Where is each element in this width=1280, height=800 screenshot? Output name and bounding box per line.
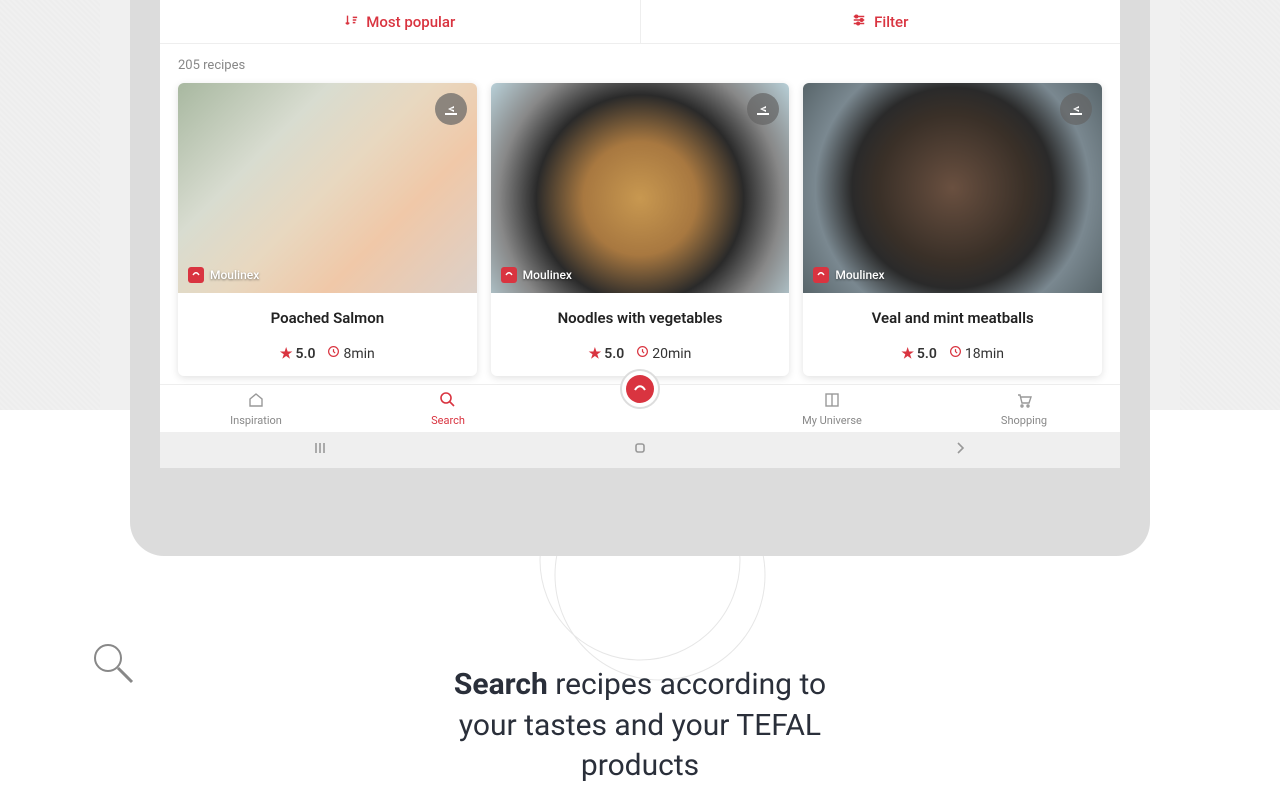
bg-texture-left xyxy=(0,0,100,410)
bg-texture-right xyxy=(1180,0,1280,410)
nav-label: Inspiration xyxy=(230,414,282,427)
home-system-icon[interactable] xyxy=(631,439,649,461)
recipe-duration: 18min xyxy=(949,345,1004,362)
recipe-card-body: Poached Salmon ★ 5.0 8min xyxy=(178,293,477,376)
recipe-rating: ★ 5.0 xyxy=(589,345,625,362)
nav-label: My Universe xyxy=(802,414,862,427)
tablet-chin xyxy=(160,468,1120,556)
brand-icon xyxy=(813,267,829,283)
recipe-rating: ★ 5.0 xyxy=(901,345,937,362)
fab-button[interactable] xyxy=(620,369,660,409)
recipe-card-body: Veal and mint meatballs ★ 5.0 18min xyxy=(803,293,1102,376)
star-icon: ★ xyxy=(901,346,914,362)
clock-icon xyxy=(327,345,340,362)
recipe-meta: ★ 5.0 20min xyxy=(501,345,780,362)
recipe-card[interactable]: Moulinex Poached Salmon ★ 5.0 xyxy=(178,83,477,376)
recipe-card[interactable]: Moulinex Noodles with vegetables ★ 5.0 xyxy=(491,83,790,376)
results-count: 205 recipes xyxy=(160,44,1120,83)
nav-shopping[interactable]: Shopping xyxy=(928,385,1120,432)
recipe-title: Veal and mint meatballs xyxy=(813,309,1092,327)
brand-icon xyxy=(188,267,204,283)
recipe-meta: ★ 5.0 8min xyxy=(188,345,467,362)
recipe-cards-row: Moulinex Poached Salmon ★ 5.0 xyxy=(160,83,1120,384)
nav-label: Shopping xyxy=(1001,414,1047,427)
tablet-device-frame: Most popular Filter 205 recipes xyxy=(130,0,1150,556)
recipe-duration: 20min xyxy=(636,345,691,362)
book-icon xyxy=(823,391,841,412)
duration-value: 8min xyxy=(343,346,374,362)
clock-icon xyxy=(636,345,649,362)
search-icon xyxy=(439,391,457,412)
nav-search[interactable]: Search xyxy=(352,385,544,432)
app-screen: Most popular Filter 205 recipes xyxy=(160,0,1120,468)
back-system-icon[interactable] xyxy=(951,439,969,461)
promo-bold: Search xyxy=(454,667,548,702)
brand-label: Moulinex xyxy=(210,268,259,282)
share-button[interactable] xyxy=(435,93,467,125)
rating-value: 5.0 xyxy=(917,346,937,362)
promo-line2: your tastes and your TEFAL xyxy=(459,708,821,743)
recent-apps-icon[interactable] xyxy=(311,439,329,461)
rating-value: 5.0 xyxy=(295,346,315,362)
sort-button[interactable]: Most popular xyxy=(160,0,640,43)
bottom-nav: Inspiration Search My Universe xyxy=(160,384,1120,432)
recipe-rating: ★ 5.0 xyxy=(280,345,316,362)
brand-tag: Moulinex xyxy=(188,267,259,283)
filter-label: Filter xyxy=(874,13,908,31)
recipe-card-body: Noodles with vegetables ★ 5.0 20min xyxy=(491,293,790,376)
rating-value: 5.0 xyxy=(604,346,624,362)
recipe-image: Moulinex xyxy=(803,83,1102,293)
star-icon: ★ xyxy=(280,346,293,362)
recipe-title: Noodles with vegetables xyxy=(501,309,780,327)
duration-value: 20min xyxy=(652,346,691,362)
promo-line1: recipes according to xyxy=(548,667,826,702)
recipe-meta: ★ 5.0 18min xyxy=(813,345,1092,362)
share-button[interactable] xyxy=(1060,93,1092,125)
recipe-card[interactable]: Moulinex Veal and mint meatballs ★ 5.0 xyxy=(803,83,1102,376)
brand-icon xyxy=(501,267,517,283)
nav-label: Search xyxy=(431,414,465,427)
nav-center xyxy=(544,385,736,432)
cart-icon xyxy=(1015,391,1033,412)
promo-line3: products xyxy=(581,748,699,783)
filter-button[interactable]: Filter xyxy=(641,0,1121,43)
recipe-image: Moulinex xyxy=(178,83,477,293)
share-button[interactable] xyxy=(747,93,779,125)
brand-label: Moulinex xyxy=(835,268,884,282)
filter-icon xyxy=(852,13,866,31)
promo-headline: Search recipes according to your tastes … xyxy=(0,665,1280,787)
brand-tag: Moulinex xyxy=(813,267,884,283)
brand-tag: Moulinex xyxy=(501,267,572,283)
recipe-image: Moulinex xyxy=(491,83,790,293)
nav-inspiration[interactable]: Inspiration xyxy=(160,385,352,432)
system-nav-bar xyxy=(160,432,1120,468)
duration-value: 18min xyxy=(965,346,1004,362)
clock-icon xyxy=(949,345,962,362)
sort-icon xyxy=(344,13,358,31)
fab-icon xyxy=(626,375,654,403)
sort-label: Most popular xyxy=(366,13,455,31)
results-toolbar: Most popular Filter xyxy=(160,0,1120,44)
recipe-title: Poached Salmon xyxy=(188,309,467,327)
home-icon xyxy=(247,391,265,412)
nav-myuniverse[interactable]: My Universe xyxy=(736,385,928,432)
brand-label: Moulinex xyxy=(523,268,572,282)
star-icon: ★ xyxy=(589,346,602,362)
recipe-duration: 8min xyxy=(327,345,374,362)
